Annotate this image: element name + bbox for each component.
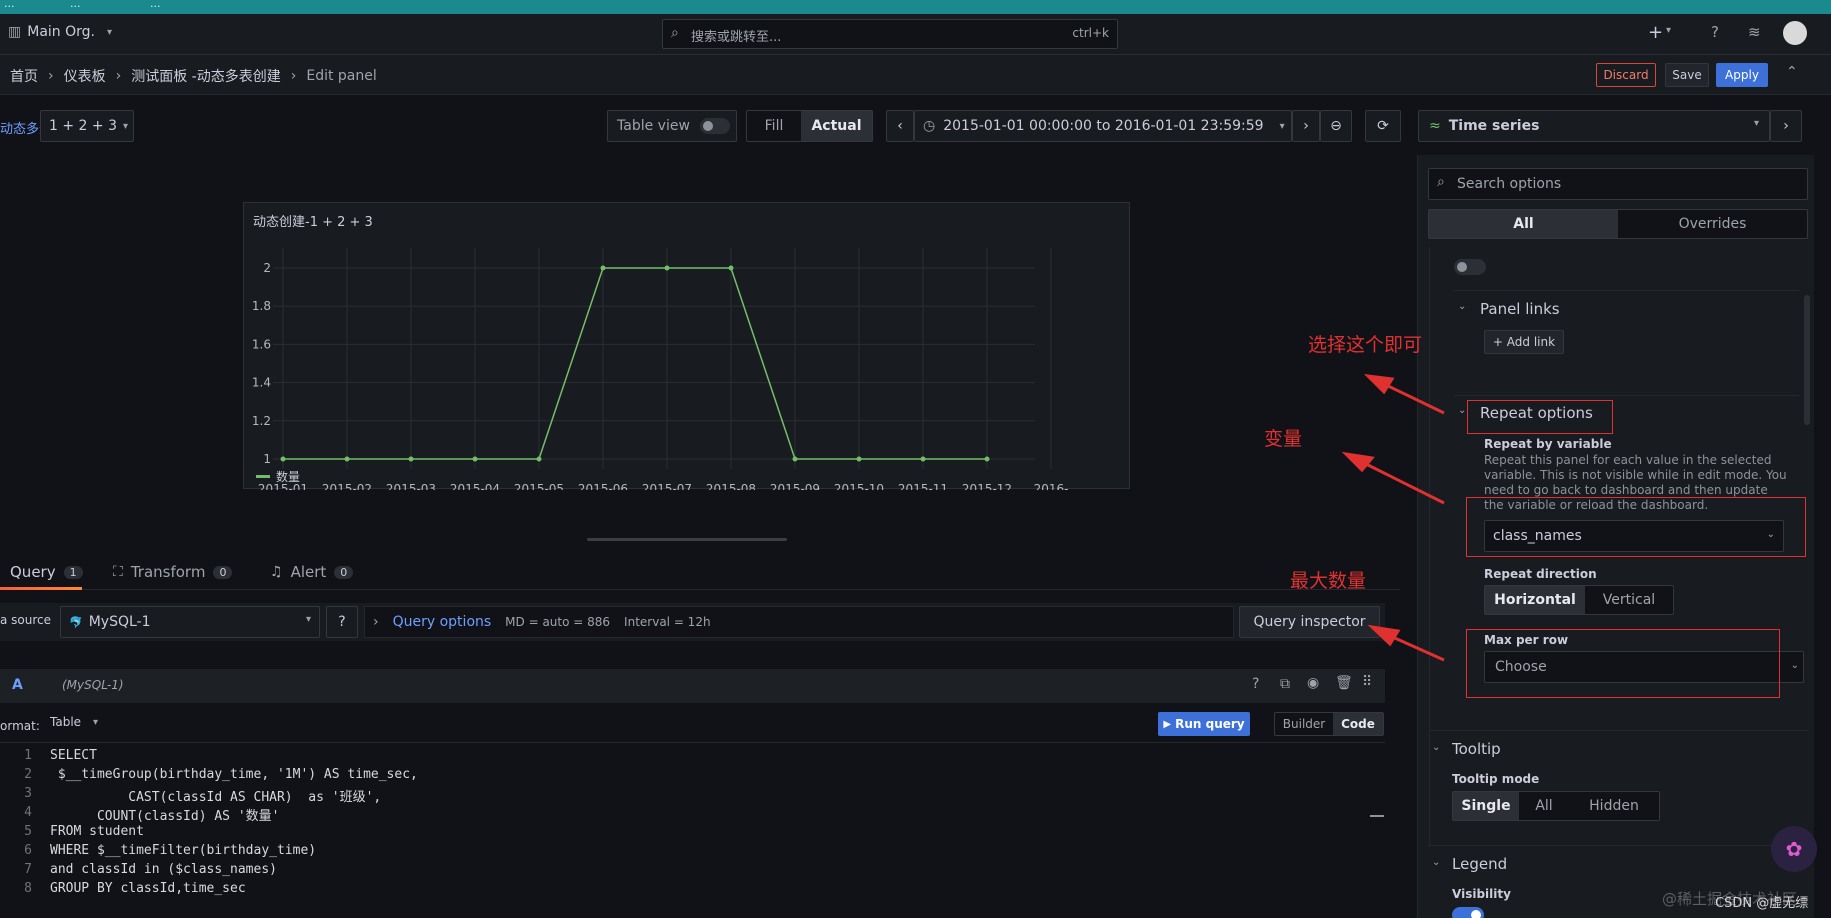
csdn-watermark: CSDN @虚无缥 [1715, 896, 1809, 911]
annotation-arrows [1341, 373, 1445, 662]
arrow-line [1361, 460, 1445, 505]
arrow-head [1363, 373, 1395, 395]
arrow-head [1367, 624, 1401, 647]
assistant-icon[interactable]: ✿ [1771, 826, 1817, 872]
arrow-line [1387, 633, 1445, 662]
arrow-head [1341, 451, 1375, 473]
arrow-line [1381, 381, 1445, 415]
